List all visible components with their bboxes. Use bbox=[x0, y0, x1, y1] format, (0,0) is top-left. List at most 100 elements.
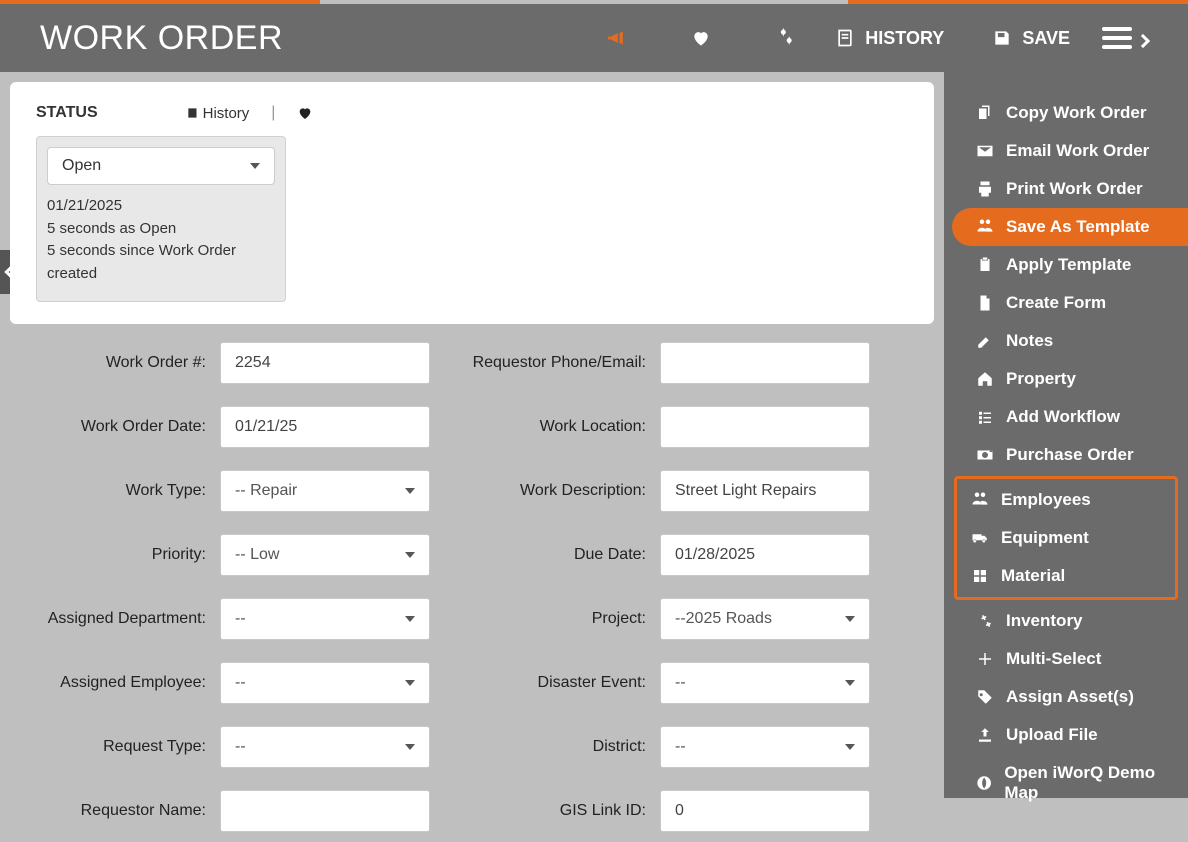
menu-copy-work-order-label: Copy Work Order bbox=[1006, 103, 1146, 123]
status-history-link[interactable]: History bbox=[186, 105, 250, 122]
menu-equipment[interactable]: Equipment bbox=[957, 519, 1175, 557]
menu-material[interactable]: Material bbox=[957, 557, 1175, 595]
caret-down-icon bbox=[405, 488, 415, 494]
work-description-input[interactable]: Street Light Repairs bbox=[660, 470, 870, 512]
paste-icon bbox=[976, 256, 994, 274]
menu-property[interactable]: Property bbox=[952, 360, 1188, 398]
save-icon bbox=[992, 28, 1012, 48]
heart-small-icon[interactable] bbox=[297, 105, 313, 121]
chevron-right-icon bbox=[1136, 34, 1150, 48]
page-title: WORK ORDER bbox=[40, 19, 283, 58]
request-type-select[interactable]: -- bbox=[220, 726, 430, 768]
due-date-input[interactable]: 01/28/2025 bbox=[660, 534, 870, 576]
project-select[interactable]: --2025 Roads bbox=[660, 598, 870, 640]
home-icon bbox=[976, 370, 994, 388]
requestor-name-input[interactable] bbox=[220, 790, 430, 832]
heart-icon[interactable] bbox=[691, 28, 711, 48]
menu-open-map[interactable]: Open iWorQ Demo Map bbox=[952, 754, 1188, 812]
menu-email-work-order[interactable]: Email Work Order bbox=[952, 132, 1188, 170]
project-label: Project: bbox=[440, 610, 660, 628]
boxes-icon bbox=[971, 567, 989, 585]
menu-assign-assets[interactable]: Assign Asset(s) bbox=[952, 678, 1188, 716]
assigned-department-label: Assigned Department: bbox=[20, 610, 220, 628]
file-icon bbox=[976, 294, 994, 312]
menu-inventory[interactable]: Inventory bbox=[952, 602, 1188, 640]
requestor-phone-email-label: Requestor Phone/Email: bbox=[440, 354, 660, 372]
menu-highlight-group: Employees Equipment Material bbox=[954, 476, 1178, 600]
status-date: 01/21/2025 bbox=[47, 195, 275, 218]
menu-multi-select[interactable]: Multi-Select bbox=[952, 640, 1188, 678]
status-line2: 5 seconds since Work Order created bbox=[47, 240, 275, 285]
menu-assign-assets-label: Assign Asset(s) bbox=[1006, 687, 1134, 707]
money-icon bbox=[976, 446, 994, 464]
menu-upload-file[interactable]: Upload File bbox=[952, 716, 1188, 754]
history-button-label: HISTORY bbox=[865, 28, 944, 49]
users-icon bbox=[976, 218, 994, 236]
announcement-icon[interactable] bbox=[607, 28, 627, 48]
menu-add-workflow-label: Add Workflow bbox=[1006, 407, 1120, 427]
menu-purchase-order[interactable]: Purchase Order bbox=[952, 436, 1188, 474]
priority-select[interactable]: -- Low bbox=[220, 534, 430, 576]
tag-icon bbox=[976, 688, 994, 706]
gis-link-id-input[interactable]: 0 bbox=[660, 790, 870, 832]
work-type-label: Work Type: bbox=[20, 482, 220, 500]
header-bar: WORK ORDER HISTORY SAVE bbox=[0, 4, 1188, 72]
work-location-label: Work Location: bbox=[440, 418, 660, 436]
caret-down-icon bbox=[845, 744, 855, 750]
edit-icon bbox=[976, 332, 994, 350]
work-order-number-label: Work Order #: bbox=[20, 354, 220, 372]
save-button[interactable]: SAVE bbox=[992, 28, 1070, 49]
work-description-label: Work Description: bbox=[440, 482, 660, 500]
menu-open-map-label: Open iWorQ Demo Map bbox=[1004, 763, 1176, 803]
work-location-input[interactable] bbox=[660, 406, 870, 448]
menu-property-label: Property bbox=[1006, 369, 1076, 389]
menu-employees[interactable]: Employees bbox=[957, 481, 1175, 519]
menu-multi-select-label: Multi-Select bbox=[1006, 649, 1101, 669]
menu-create-form[interactable]: Create Form bbox=[952, 284, 1188, 322]
district-label: District: bbox=[440, 738, 660, 756]
work-order-date-input[interactable]: 01/21/25 bbox=[220, 406, 430, 448]
menu-copy-work-order[interactable]: Copy Work Order bbox=[952, 94, 1188, 132]
book-icon bbox=[835, 28, 855, 48]
assigned-department-select[interactable]: -- bbox=[220, 598, 430, 640]
menu-purchase-order-label: Purchase Order bbox=[1006, 445, 1134, 465]
status-line1: 5 seconds as Open bbox=[47, 218, 275, 241]
requestor-phone-email-input[interactable] bbox=[660, 342, 870, 384]
menu-notes[interactable]: Notes bbox=[952, 322, 1188, 360]
assigned-employee-label: Assigned Employee: bbox=[20, 674, 220, 692]
priority-label: Priority: bbox=[20, 546, 220, 564]
work-order-number-input[interactable]: 2254 bbox=[220, 342, 430, 384]
menu-apply-template[interactable]: Apply Template bbox=[952, 246, 1188, 284]
menu-equipment-label: Equipment bbox=[1001, 528, 1089, 548]
upload-icon bbox=[976, 726, 994, 744]
status-card: STATUS History | Open 01/21/2025 5 secon… bbox=[10, 82, 934, 324]
menu-upload-file-label: Upload File bbox=[1006, 725, 1098, 745]
work-type-select[interactable]: -- Repair bbox=[220, 470, 430, 512]
assigned-employee-select[interactable]: -- bbox=[220, 662, 430, 704]
form-grid: Work Order #:2254 Requestor Phone/Email: W… bbox=[10, 332, 934, 842]
globe-icon bbox=[976, 774, 992, 792]
right-menu: Copy Work Order Email Work OrderPrint Wor… bbox=[944, 72, 1188, 798]
mail-icon bbox=[976, 142, 994, 160]
disaster-event-label: Disaster Event: bbox=[440, 674, 660, 692]
copy-icon bbox=[976, 104, 994, 122]
menu-add-workflow[interactable]: Add Workflow bbox=[952, 398, 1188, 436]
district-select[interactable]: -- bbox=[660, 726, 870, 768]
menu-inventory-label: Inventory bbox=[1006, 611, 1083, 631]
status-body: Open 01/21/2025 5 seconds as Open 5 seco… bbox=[36, 136, 286, 302]
history-button[interactable]: HISTORY bbox=[835, 28, 944, 49]
menu-save-as-template[interactable]: Save As Template bbox=[952, 208, 1188, 246]
menu-apply-template-label: Apply Template bbox=[1006, 255, 1131, 275]
users-icon bbox=[971, 491, 989, 509]
menu-toggle[interactable] bbox=[1102, 27, 1148, 49]
menu-notes-label: Notes bbox=[1006, 331, 1053, 351]
settings-icon[interactable] bbox=[775, 28, 795, 48]
list-icon bbox=[976, 408, 994, 426]
status-select[interactable]: Open bbox=[47, 147, 275, 185]
disaster-event-select[interactable]: -- bbox=[660, 662, 870, 704]
caret-down-icon bbox=[405, 616, 415, 622]
caret-down-icon bbox=[405, 680, 415, 686]
status-title: STATUS bbox=[36, 104, 98, 122]
gis-link-id-label: GIS Link ID: bbox=[440, 802, 660, 820]
menu-print-work-order[interactable]: Print Work Order bbox=[952, 170, 1188, 208]
